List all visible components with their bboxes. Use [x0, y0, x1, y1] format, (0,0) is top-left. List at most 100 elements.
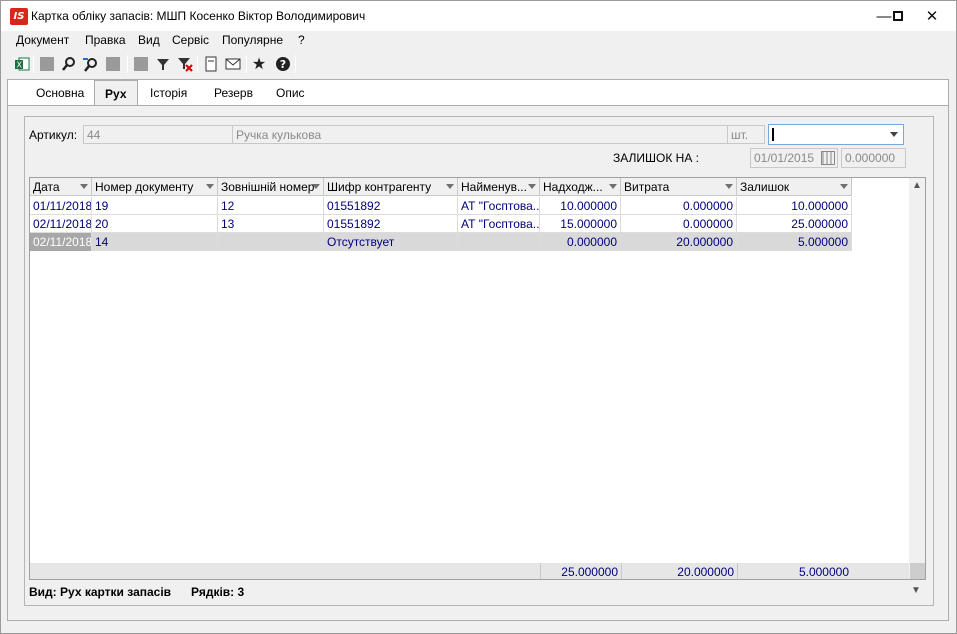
col-name[interactable]: Найменув... — [458, 178, 540, 196]
cell-date: 02/11/2018 — [30, 215, 92, 233]
balance-date-field[interactable]: 01/01/2015 — [750, 148, 838, 168]
text-cursor — [772, 128, 774, 141]
document-icon[interactable] — [201, 54, 221, 74]
cell-doc-number: 19 — [92, 197, 218, 215]
total-expense: 20.000000 — [621, 563, 737, 579]
col-external-number-label: Зовнішній номер — [221, 180, 315, 194]
filter-icon[interactable] — [153, 54, 173, 74]
col-income[interactable]: Надходж... — [540, 178, 621, 196]
cell-income: 0.000000 — [540, 233, 621, 251]
col-balance-label: Залишок — [740, 180, 790, 194]
col-counterparty-code-label: Шифр контрагенту — [327, 180, 432, 194]
unit-field: шт. — [727, 125, 765, 144]
article-code-field: 44 — [83, 125, 233, 144]
tab-history[interactable]: Історія — [150, 86, 187, 100]
total-balance: 5.000000 — [737, 563, 852, 579]
status-view: Вид: Рух картки запасів — [29, 585, 172, 599]
col-doc-number-label: Номер документу — [95, 180, 194, 194]
find-next-icon[interactable] — [81, 54, 101, 74]
scroll-down-icon[interactable]: ▼ — [911, 585, 921, 596]
sort-icon[interactable] — [206, 184, 214, 189]
cell-counterparty-code: 01551892 — [324, 215, 458, 233]
tab-main[interactable]: Основна — [36, 86, 84, 100]
calendar-icon[interactable] — [821, 151, 835, 165]
sort-icon[interactable] — [528, 184, 536, 189]
main-window: IS Картка обліку запасів: МШП Косенко Ві… — [0, 0, 957, 634]
cell-external-number — [218, 233, 324, 251]
cell-counterparty-code: Отсутствует — [324, 233, 458, 251]
total-income: 25.000000 — [540, 563, 621, 579]
maximize-button[interactable] — [881, 1, 915, 31]
cell-date: 02/11/2018 — [30, 233, 92, 251]
tab-content: Артикул: 44 Ручка кулькова шт. ЗАЛИШОК Н… — [7, 105, 949, 621]
chevron-down-icon[interactable] — [890, 132, 898, 137]
table-row-selected[interactable]: 02/11/2018 14 Отсутствует 0.000000 20.00… — [30, 233, 852, 251]
sort-icon[interactable] — [80, 184, 88, 189]
cell-counterparty-code: 01551892 — [324, 197, 458, 215]
vertical-scrollbar[interactable]: ▲ — [909, 178, 925, 579]
tab-reserve[interactable]: Резерв — [214, 86, 253, 100]
menu-edit[interactable]: Правка — [84, 33, 127, 47]
col-doc-number[interactable]: Номер документу — [92, 178, 218, 196]
square-icon-3[interactable] — [131, 54, 151, 74]
sort-icon[interactable] — [312, 184, 320, 189]
cell-doc-number: 20 — [92, 215, 218, 233]
sort-icon[interactable] — [840, 184, 848, 189]
menu-view[interactable]: Вид — [137, 33, 161, 47]
col-date[interactable]: Дата — [30, 178, 92, 196]
balance-date-value: 01/01/2015 — [754, 151, 815, 165]
balance-value-field: 0.000000 — [841, 148, 906, 168]
excel-icon[interactable]: X — [12, 54, 32, 74]
col-counterparty-code[interactable]: Шифр контрагенту — [324, 178, 458, 196]
tab-description[interactable]: Опис — [276, 86, 305, 100]
balance-label: ЗАЛИШОК НА : — [613, 151, 700, 165]
sort-icon[interactable] — [446, 184, 454, 189]
scroll-up-icon[interactable]: ▲ — [912, 180, 922, 191]
cell-balance: 25.000000 — [737, 215, 852, 233]
article-name-field: Ручка кулькова — [232, 125, 728, 144]
unit-combo[interactable] — [768, 124, 904, 145]
square-icon[interactable] — [37, 54, 57, 74]
clear-filter-icon[interactable] — [175, 54, 195, 74]
cell-expense: 20.000000 — [621, 233, 737, 251]
square-icon-2[interactable] — [103, 54, 123, 74]
sort-icon[interactable] — [725, 184, 733, 189]
menu-bar: Документ Правка Вид Сервіс Популярне ? — [1, 31, 956, 51]
sort-icon[interactable] — [609, 184, 617, 189]
table-row[interactable]: 02/11/2018 20 13 01551892 АТ "Госптова..… — [30, 215, 852, 233]
col-expense[interactable]: Витрата — [621, 178, 737, 196]
col-name-label: Найменув... — [461, 180, 527, 194]
cell-date: 01/11/2018 — [30, 197, 92, 215]
cell-balance: 5.000000 — [737, 233, 852, 251]
tab-movement[interactable]: Рух — [94, 80, 138, 106]
close-button[interactable]: ✕ — [915, 1, 949, 31]
cell-doc-number: 14 — [92, 233, 218, 251]
scrollbar-thumb[interactable] — [910, 563, 925, 579]
tab-bar: Основна Рух Історія Резерв Опис — [7, 79, 949, 106]
movement-grid[interactable]: Дата Номер документу Зовнішній номер Шиф… — [29, 177, 926, 580]
help-icon[interactable]: ? — [273, 54, 293, 74]
movement-panel: Артикул: 44 Ручка кулькова шт. ЗАЛИШОК Н… — [24, 116, 934, 606]
window-title: Картка обліку запасів: МШП Косенко Вікто… — [31, 9, 366, 23]
grid-totals-row: 25.000000 20.000000 5.000000 — [30, 563, 909, 579]
col-external-number[interactable]: Зовнішній номер — [218, 178, 324, 196]
title-bar: IS Картка обліку запасів: МШП Косенко Ві… — [1, 1, 956, 31]
app-logo: IS — [10, 8, 28, 25]
mail-icon[interactable] — [223, 54, 243, 74]
cell-balance: 10.000000 — [737, 197, 852, 215]
status-row-count: Рядків: 3 — [191, 585, 245, 599]
menu-help[interactable]: ? — [297, 33, 306, 47]
cell-expense: 0.000000 — [621, 215, 737, 233]
menu-document[interactable]: Документ — [15, 33, 70, 47]
maximize-icon — [893, 11, 903, 21]
menu-popular[interactable]: Популярне — [221, 33, 284, 47]
star-icon[interactable]: ★ — [249, 54, 269, 74]
menu-service[interactable]: Сервіс — [171, 33, 210, 47]
search-icon[interactable] — [59, 54, 79, 74]
table-row[interactable]: 01/11/2018 19 12 01551892 АТ "Госптова..… — [30, 197, 852, 215]
cell-name: АТ "Госптова... — [458, 215, 540, 233]
grid-header: Дата Номер документу Зовнішній номер Шиф… — [30, 178, 852, 196]
cell-external-number: 12 — [218, 197, 324, 215]
cell-income: 15.000000 — [540, 215, 621, 233]
col-balance[interactable]: Залишок — [737, 178, 852, 196]
